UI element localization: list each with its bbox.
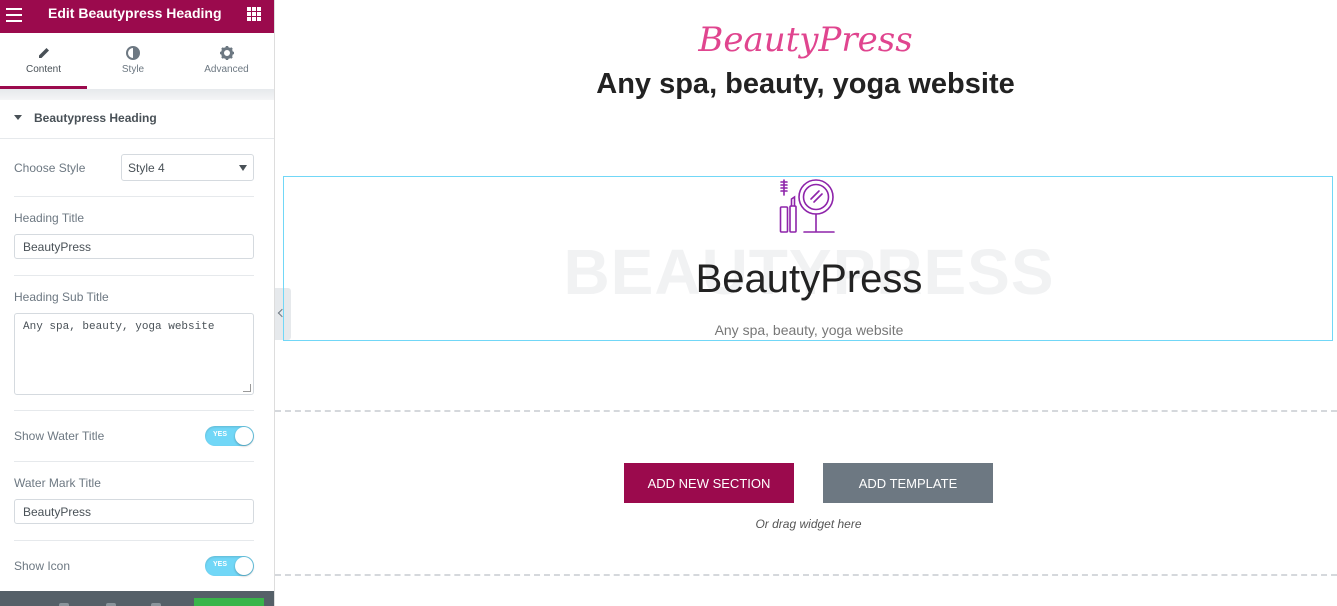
show-icon-switch[interactable]: YES xyxy=(205,556,254,576)
heading-title-input[interactable] xyxy=(14,234,254,259)
page-heading: Any spa, beauty, yoga website xyxy=(596,68,1015,100)
cosmetics-mirror-mascara-icon xyxy=(779,179,835,233)
choose-style-select[interactable]: Style 4 xyxy=(121,154,254,181)
heading-sub-title-value: Any spa, beauty, yoga website xyxy=(23,321,215,333)
section-title: Beautypress Heading xyxy=(34,111,157,125)
add-new-section-button[interactable]: ADD NEW SECTION xyxy=(624,463,794,503)
switch-state-text: YES xyxy=(213,561,228,568)
resize-grip-icon[interactable] xyxy=(243,384,251,392)
widget-heading-subtitle: Any spa, beauty, yoga website xyxy=(714,322,904,338)
editor-panel: Edit Beautypress Heading Content Style A… xyxy=(0,0,275,606)
widgets-grid-icon[interactable] xyxy=(247,7,261,21)
water-mark-title-label: Water Mark Title xyxy=(14,476,101,490)
widget-heading-title: BeautyPress xyxy=(695,257,923,301)
divider xyxy=(14,540,254,541)
tabs-divider xyxy=(0,89,274,100)
caret-down-icon xyxy=(14,115,22,120)
show-water-title-label: Show Water Title xyxy=(14,429,105,443)
dropdown-arrow-icon xyxy=(239,165,247,171)
tab-label: Content xyxy=(25,64,62,75)
empty-section-drop-zone[interactable] xyxy=(275,410,1337,576)
update-button[interactable] xyxy=(194,598,264,606)
choose-style-value: Style 4 xyxy=(128,161,165,175)
divider xyxy=(14,461,254,462)
water-mark-title-input[interactable] xyxy=(14,499,254,524)
tab-label: Advanced xyxy=(204,64,249,75)
brand-script-logo: BeautyPress xyxy=(698,20,913,60)
heading-title-label: Heading Title xyxy=(14,211,85,225)
switch-state-text: YES xyxy=(213,431,228,438)
switch-knob xyxy=(235,557,253,575)
heading-sub-title-textarea[interactable]: Any spa, beauty, yoga website xyxy=(14,313,254,395)
section-toggle-beautypress-heading[interactable]: Beautypress Heading xyxy=(0,100,274,139)
choose-style-label: Choose Style xyxy=(14,161,86,175)
divider xyxy=(14,196,254,197)
switch-knob xyxy=(235,427,253,445)
show-water-title-switch[interactable]: YES xyxy=(205,426,254,446)
tab-label: Style xyxy=(121,64,145,75)
drag-widget-hint: Or drag widget here xyxy=(755,517,862,531)
divider xyxy=(14,275,254,276)
panel-title: Edit Beautypress Heading xyxy=(48,5,222,21)
add-template-button[interactable]: ADD TEMPLATE xyxy=(823,463,993,503)
divider xyxy=(14,410,254,411)
show-icon-label: Show Icon xyxy=(14,559,71,573)
heading-sub-title-label: Heading Sub Title xyxy=(14,290,109,304)
beautypress-heading-widget[interactable]: BEAUTYPRESS BeautyPress Any spa, beauty,… xyxy=(283,176,1333,341)
